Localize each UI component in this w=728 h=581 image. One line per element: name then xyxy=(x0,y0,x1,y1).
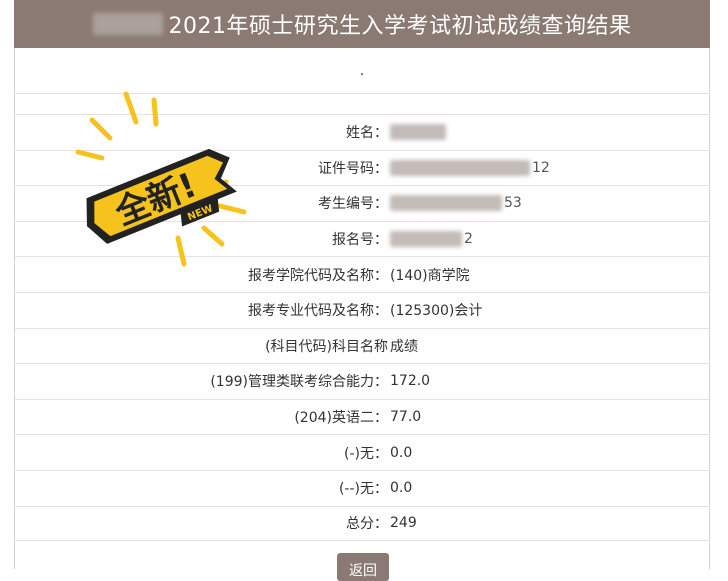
field-value: 2 xyxy=(390,222,473,257)
column-header-score: 成绩 xyxy=(390,338,418,355)
subject-label: (--)无： xyxy=(338,481,388,498)
subject-score: 77.0 xyxy=(390,409,422,426)
back-button[interactable]: 返回 xyxy=(337,553,389,581)
redacted-value xyxy=(390,124,446,141)
field-label: 证件号码： xyxy=(318,160,388,177)
subject-score: 172.0 xyxy=(390,373,431,390)
field-label: 报考学院代码及名称： xyxy=(248,267,388,284)
table-row-subject-199: (199)管理类联考综合能力： 172.0 xyxy=(14,363,710,399)
field-value: (125300)会计 xyxy=(390,303,483,320)
redacted-school-name xyxy=(92,13,163,35)
field-value: (140)商学院 xyxy=(390,267,470,284)
total-label: 总分： xyxy=(346,516,388,533)
field-label: 报考专业代码及名称： xyxy=(248,303,388,320)
field-value: 12 xyxy=(390,151,550,186)
table-row-subject-none-2: (--)无： 0.0 xyxy=(14,469,710,506)
table-row-subject-none-1: (-)无： 0.0 xyxy=(14,434,710,470)
redacted-value xyxy=(390,195,502,212)
page-header: 2021年硕士研究生入学考试初试成绩查询结果 xyxy=(14,0,710,48)
subject-label: (204)英语二： xyxy=(294,410,388,427)
field-label: 姓名： xyxy=(346,125,388,142)
field-value: 53 xyxy=(390,186,522,221)
field-value xyxy=(390,115,448,150)
page-title: 2021年硕士研究生入学考试初试成绩查询结果 xyxy=(168,14,632,39)
field-label: 报名号： xyxy=(332,232,388,249)
subject-label: (-)无： xyxy=(344,445,388,462)
table-row-major: 报考专业代码及名称： (125300)会计 xyxy=(14,291,710,328)
redacted-value xyxy=(390,231,462,248)
table-row-total: 总分： 249 xyxy=(14,505,710,542)
subject-score: 0.0 xyxy=(390,480,413,497)
table-row-subject-header: (科目代码)科目名称 成绩 xyxy=(14,327,710,364)
subject-label: (199)管理类联考综合能力： xyxy=(210,374,388,391)
redacted-value xyxy=(390,159,530,176)
column-header-subject: (科目代码)科目名称 xyxy=(265,338,388,355)
new-sticker-icon: 全新! NEW xyxy=(75,91,247,267)
subject-score: 0.0 xyxy=(390,444,413,461)
table-row-subject-204: (204)英语二： 77.0 xyxy=(14,398,710,435)
field-label: 考生编号： xyxy=(318,196,388,213)
total-score: 249 xyxy=(390,515,417,532)
top-mark: . xyxy=(359,62,365,79)
